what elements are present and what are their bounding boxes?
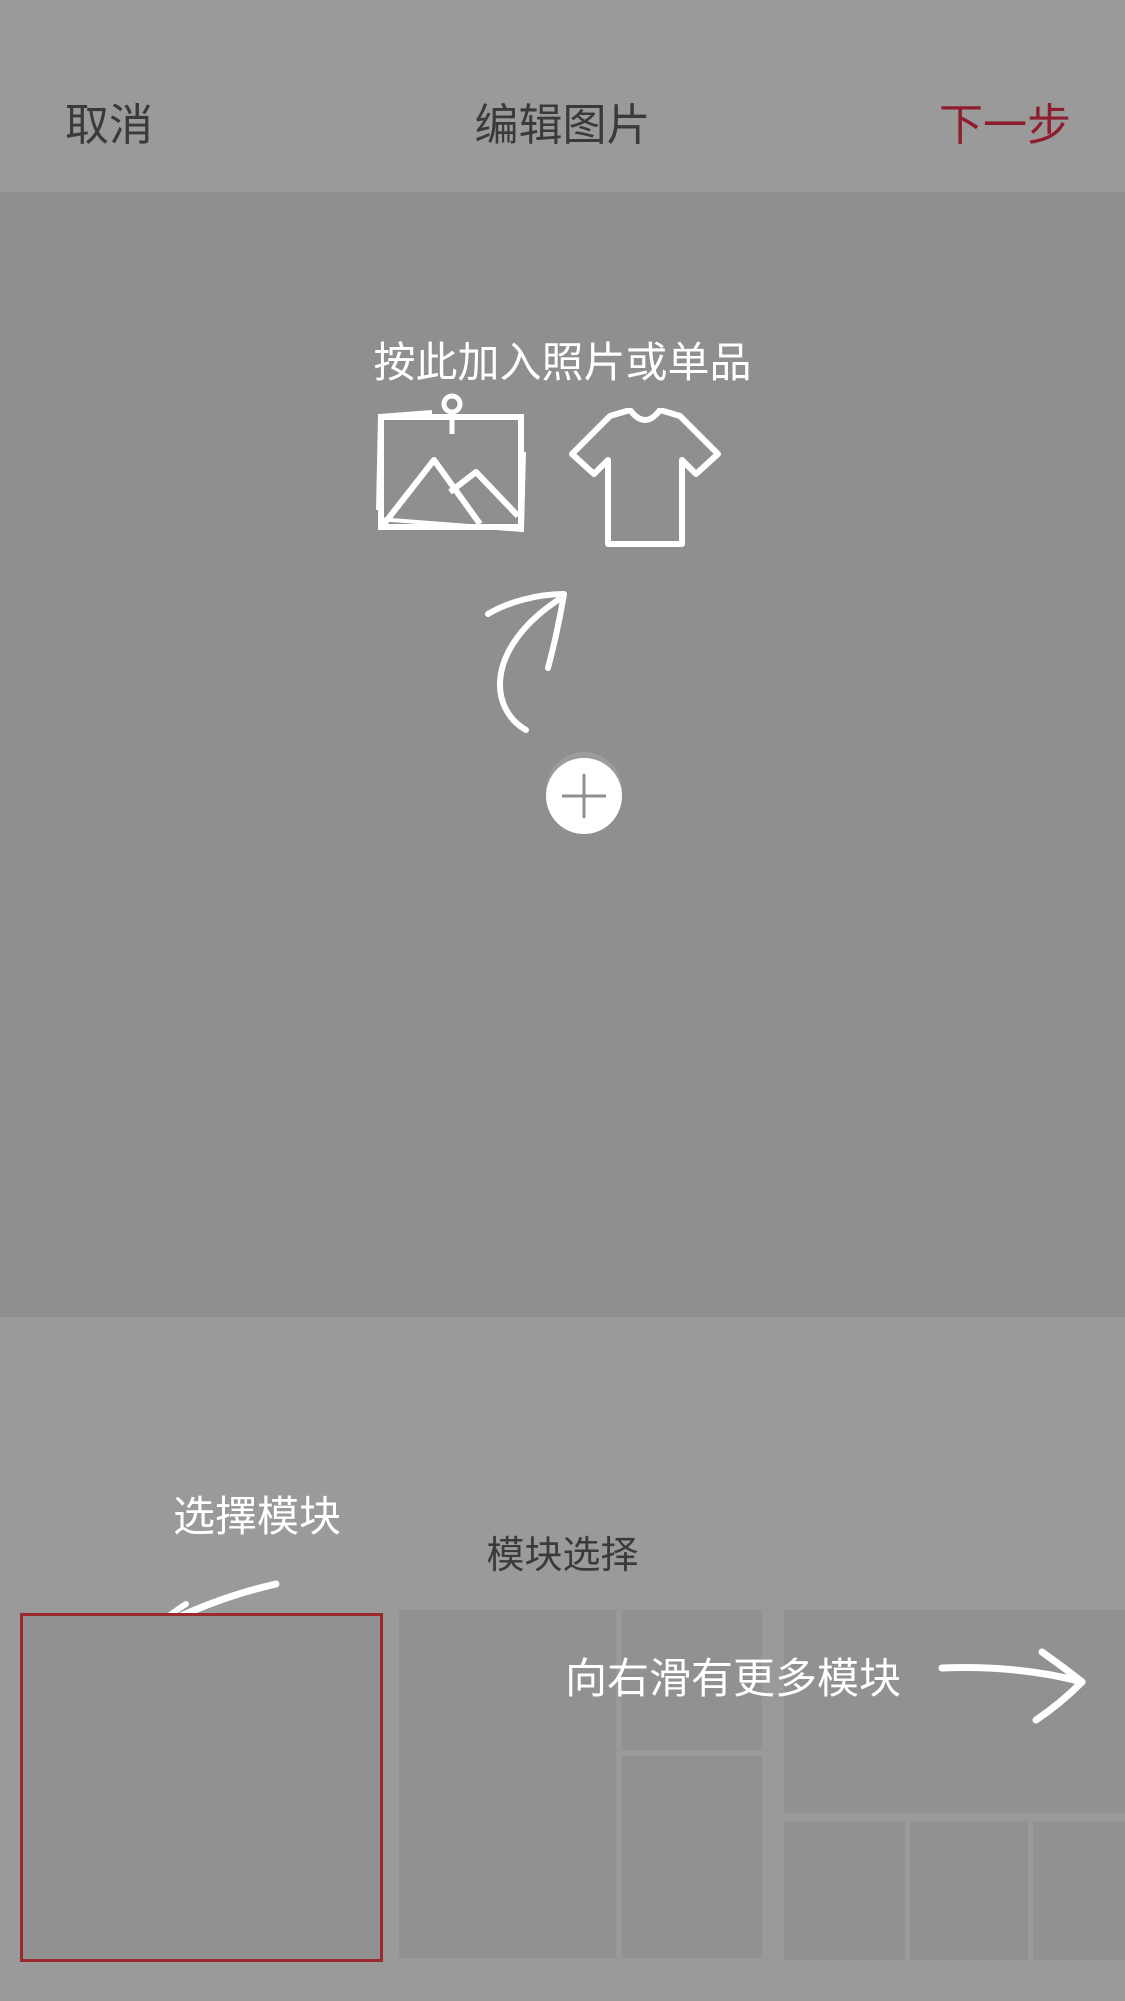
plus-icon — [562, 774, 606, 818]
curved-arrow-icon — [478, 588, 578, 742]
layout-tile-grid-bottom-2[interactable] — [910, 1821, 1028, 1960]
add-photo-hint: 按此加入照片或单品 — [373, 338, 752, 387]
layout-tile-grid-bottom-1[interactable] — [784, 1821, 905, 1960]
layout-tile-single[interactable] — [20, 1613, 383, 1962]
right-arrow-icon — [938, 1648, 1088, 1732]
layout-tile-grid-bottom-3[interactable] — [1033, 1821, 1125, 1960]
swipe-more-hint: 向右滑有更多模块 — [565, 1654, 902, 1703]
add-item-button[interactable] — [546, 758, 622, 834]
tshirt-icon — [566, 407, 724, 552]
next-step-button[interactable]: 下一步 — [939, 96, 1071, 156]
navigation-bar: 取消 编辑图片 下一步 — [0, 0, 1125, 192]
photo-icon — [372, 392, 532, 546]
layout-tile-split-bottom-right[interactable] — [622, 1756, 762, 1958]
module-selection-title: 模块选择 — [486, 1533, 639, 1577]
